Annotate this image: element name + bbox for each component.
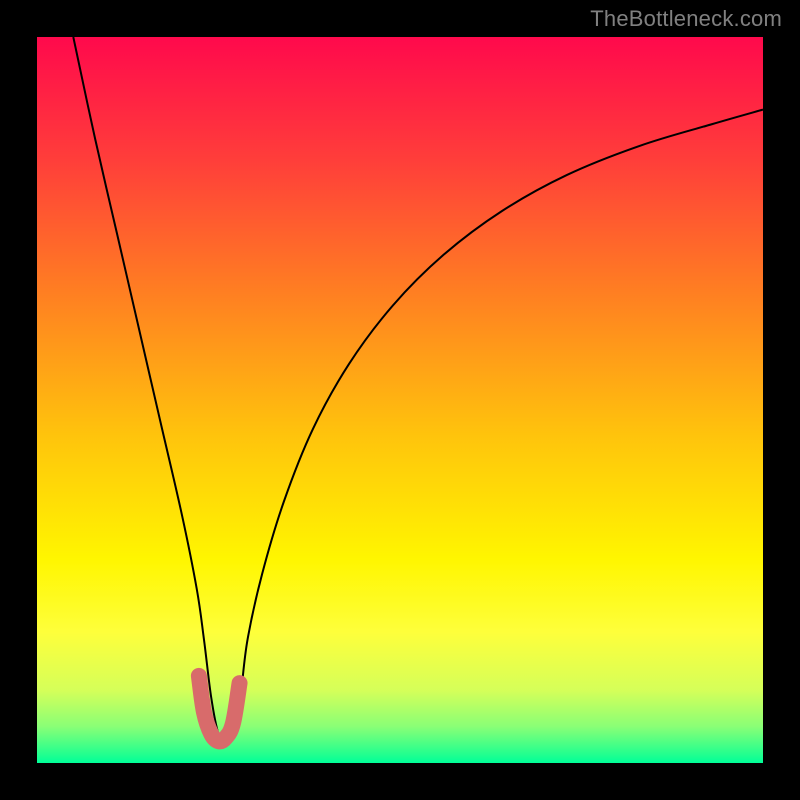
bottleneck-curve (73, 37, 763, 741)
curve-layer (37, 37, 763, 763)
plot-area (37, 37, 763, 763)
bottom-highlight (199, 676, 240, 742)
watermark-text: TheBottleneck.com (590, 6, 782, 32)
chart-container: TheBottleneck.com (0, 0, 800, 800)
